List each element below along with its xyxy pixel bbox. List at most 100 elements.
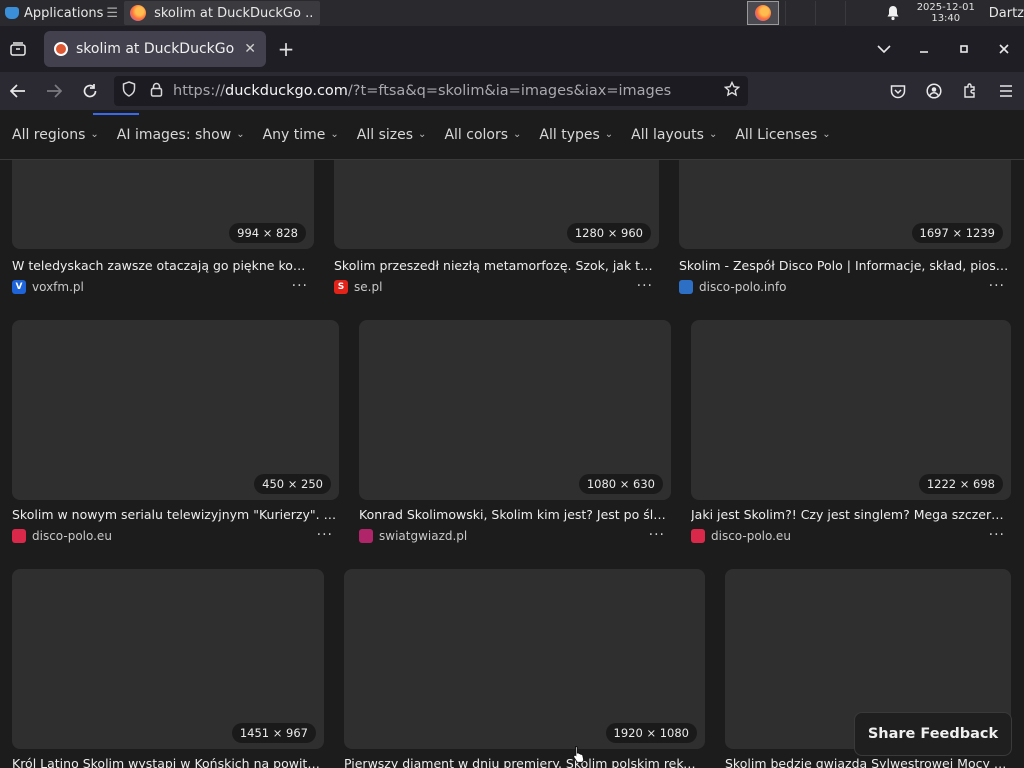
filter-dropdown[interactable]: All regions ⌄ — [12, 127, 99, 143]
browser-navigation-bar: https://duckduckgo.com/?t=ftsa&q=skolim&… — [0, 72, 1024, 110]
close-window-icon[interactable] — [984, 26, 1024, 72]
more-options-icon[interactable]: ··· — [649, 527, 665, 543]
more-options-icon[interactable]: ··· — [989, 278, 1005, 294]
image-result-title[interactable]: Skolim w nowym serialu telewizyjnym "Kur… — [12, 507, 337, 522]
close-tab-icon[interactable]: ✕ — [244, 41, 256, 57]
minimize-window-icon[interactable] — [904, 26, 944, 72]
forward-arrow-icon[interactable] — [36, 72, 72, 110]
filter-dropdown[interactable]: All colors ⌄ — [444, 127, 521, 143]
workspace-switcher[interactable] — [746, 1, 779, 25]
image-thumbnail[interactable]: 1222 × 698 — [691, 320, 1011, 500]
more-options-icon[interactable]: ··· — [637, 278, 653, 294]
list-all-tabs-chevron-icon[interactable] — [864, 26, 904, 72]
image-thumbnail[interactable]: 1080 × 630 — [359, 320, 671, 500]
reload-icon[interactable] — [72, 72, 108, 110]
image-result-title[interactable]: Skolim będzie gwiazdą Sylwestrowej Mocy … — [725, 756, 1009, 768]
filter-dropdown[interactable]: AI images: show ⌄ — [117, 127, 245, 143]
url-text[interactable]: https://duckduckgo.com/?t=ftsa&q=skolim&… — [173, 83, 724, 99]
image-source-link[interactable]: Sse.pl — [334, 280, 382, 294]
user-name[interactable]: Dartz — [989, 6, 1024, 21]
search-results-page: All regions ⌄ AI images: show ⌄ Any time ⌄ All… — [0, 110, 1024, 768]
more-options-icon[interactable]: ··· — [292, 278, 308, 294]
new-tab-button[interactable]: + — [266, 37, 306, 61]
tracking-protection-shield-icon[interactable] — [122, 81, 136, 101]
image-result-title[interactable]: Jaki jest Skolim?! Czy jest singlem? Meg… — [691, 507, 1009, 522]
workspace-4[interactable] — [844, 1, 875, 25]
chevron-down-icon: ⌄ — [330, 129, 339, 140]
filter-dropdown[interactable]: All sizes ⌄ — [357, 127, 427, 143]
image-result-title[interactable]: Konrad Skolimowski, Skolim kim jest? Jes… — [359, 507, 669, 522]
source-domain: se.pl — [354, 280, 383, 294]
maximize-window-icon[interactable] — [944, 26, 984, 72]
image-dimensions-badge: 1697 × 1239 — [911, 223, 1003, 243]
source-domain: disco-polo.eu — [711, 529, 791, 543]
more-options-icon[interactable]: ··· — [989, 527, 1005, 543]
taskbar-window-button[interactable]: skolim at DuckDuckGo ... — [124, 1, 321, 25]
browser-tab-active[interactable]: skolim at DuckDuckGo ✕ — [44, 31, 266, 67]
tab-manager-icon[interactable] — [0, 26, 36, 72]
image-source-link[interactable]: disco-polo.eu — [12, 529, 112, 543]
url-bar[interactable]: https://duckduckgo.com/?t=ftsa&q=skolim&… — [114, 76, 748, 106]
image-source-link[interactable]: disco-polo.eu — [691, 529, 791, 543]
xfce-logo-icon — [4, 5, 20, 21]
image-thumbnail[interactable]: 450 × 250 — [12, 320, 339, 500]
filter-label: All types — [539, 126, 600, 143]
active-tab-indicator — [93, 113, 139, 115]
image-dimensions-badge: 1920 × 1080 — [605, 723, 697, 743]
workspace-3[interactable] — [814, 1, 845, 25]
image-result-title[interactable]: Skolim przeszedł niezłą metamorfozę. Szo… — [334, 258, 657, 273]
firefox-icon — [754, 5, 771, 21]
source-favicon-icon — [691, 529, 705, 543]
applications-label: Applications — [24, 5, 104, 21]
lock-icon[interactable] — [150, 82, 163, 101]
image-thumbnail[interactable]: 1451 × 967 — [12, 569, 324, 749]
chevron-down-icon: ⌄ — [90, 129, 99, 140]
image-results-grid: 994 × 828 W teledyskach zawsze otaczają g… — [0, 110, 1024, 768]
clock[interactable]: 2025-12-01 13:40 — [911, 2, 981, 24]
source-domain: swiatgwiazd.pl — [379, 529, 468, 543]
url-host: duckduckgo.com — [224, 83, 348, 99]
image-source-link[interactable]: swiatgwiazd.pl — [359, 529, 467, 543]
image-result-title[interactable]: Król Latino Skolim wystąpi w Końskich na… — [12, 756, 322, 768]
notification-bell-icon[interactable] — [875, 5, 911, 21]
bookmark-star-icon[interactable] — [723, 80, 741, 101]
pocket-icon[interactable] — [880, 72, 916, 110]
tab-title: skolim at DuckDuckGo — [76, 41, 235, 57]
mouse-pointer-hand-icon — [573, 746, 585, 763]
app-menu-hamburger-icon[interactable] — [988, 72, 1024, 110]
image-dimensions-badge: 1080 × 630 — [578, 474, 663, 494]
browser-tab-strip: skolim at DuckDuckGo ✕ + — [0, 26, 1024, 72]
source-favicon-icon: V — [12, 280, 26, 294]
filter-dropdown[interactable]: Any time ⌄ — [263, 127, 339, 143]
source-favicon-icon — [12, 529, 26, 543]
share-feedback-button[interactable]: Share Feedback — [854, 712, 1012, 756]
applications-menu[interactable]: Applications ☰ — [0, 0, 122, 26]
image-result-title[interactable]: W teledyskach zawsze otaczają go piękne … — [12, 258, 312, 273]
url-prefix: https:// — [173, 83, 225, 99]
image-source-link[interactable]: Vvoxfm.pl — [12, 280, 84, 294]
filter-label: Any time — [262, 126, 326, 143]
chevron-down-icon: ⌄ — [708, 129, 718, 140]
filter-label: All colors — [444, 126, 509, 143]
image-dimensions-badge: 1222 × 698 — [918, 474, 1003, 494]
account-icon[interactable] — [916, 72, 952, 110]
filter-dropdown[interactable]: All Licenses ⌄ — [735, 127, 830, 143]
source-favicon-icon — [359, 529, 373, 543]
image-source-link[interactable]: disco-polo.info — [679, 280, 786, 294]
image-thumbnail[interactable]: 1920 × 1080 — [344, 569, 705, 749]
extensions-puzzle-icon[interactable] — [952, 72, 988, 110]
image-result-title[interactable]: Pierwszy diament w dniu premiery. Skolim… — [344, 756, 703, 768]
image-result-title[interactable]: Skolim - Zespół Disco Polo | Informacje,… — [679, 258, 1009, 273]
image-dimensions-badge: 450 × 250 — [254, 474, 331, 494]
workspace-2[interactable] — [784, 1, 815, 25]
chevron-down-icon: ⌄ — [418, 129, 427, 140]
back-arrow-icon[interactable] — [0, 72, 36, 110]
more-options-icon[interactable]: ··· — [317, 527, 333, 543]
image-dimensions-badge: 1451 × 967 — [231, 723, 316, 743]
image-dimensions-badge: 994 × 828 — [229, 223, 306, 243]
filter-dropdown[interactable]: All types ⌄ — [539, 127, 613, 143]
source-domain: disco-polo.info — [699, 280, 787, 294]
clock-date: 2025-12-01 — [916, 2, 975, 13]
filter-dropdown[interactable]: All layouts ⌄ — [631, 127, 717, 143]
taskbar-window-title: skolim at DuckDuckGo ... — [154, 5, 315, 21]
